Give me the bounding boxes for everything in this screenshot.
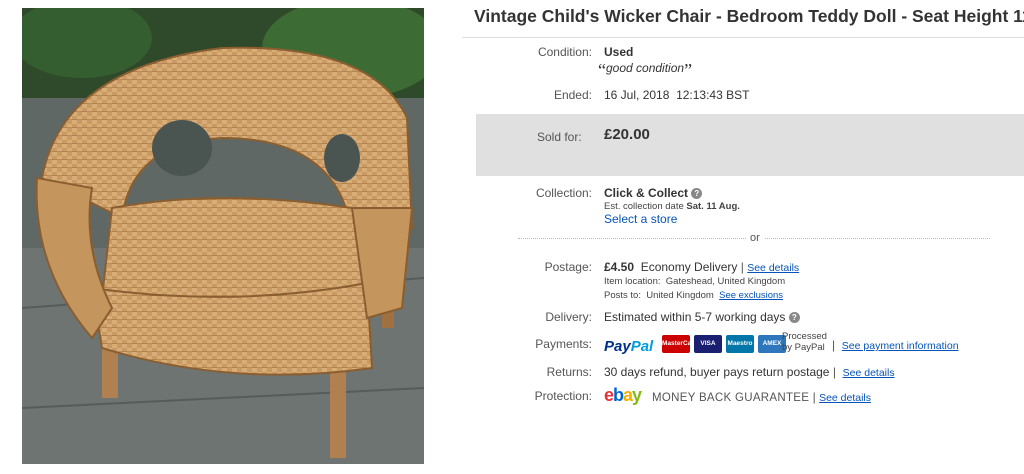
posts-to: Posts to: United Kingdom See exclusions xyxy=(604,290,783,301)
delivery-value: Estimated within 5-7 working days ? xyxy=(604,310,800,324)
ebay-e: e xyxy=(604,385,614,405)
item-location-label: Item location: xyxy=(604,276,661,287)
postage-service: Economy Delivery xyxy=(640,260,738,274)
protection-details-link[interactable]: See details xyxy=(819,392,871,404)
collection-method: Click & Collect xyxy=(604,186,689,200)
collection-est-label: Est. collection date xyxy=(604,201,684,212)
processed-by-paypal: Processed by PayPal xyxy=(782,331,827,353)
wicker-chair-photo xyxy=(22,8,424,464)
visa-icon: VISA xyxy=(694,335,722,353)
condition-value: Used xyxy=(604,45,634,59)
listing-title: Vintage Child's Wicker Chair - Bedroom T… xyxy=(474,6,1024,26)
separator: | xyxy=(740,260,744,274)
postage-details-link[interactable]: See details xyxy=(747,262,799,274)
open-quote-icon: “ xyxy=(598,60,606,80)
help-icon[interactable]: ? xyxy=(788,312,800,324)
collection-est-date: Sat. 11 Aug. xyxy=(686,201,740,212)
paypal-logo: PayPal xyxy=(604,338,653,355)
paypal-pay: Pay xyxy=(604,338,631,355)
collection-label: Collection: xyxy=(535,186,592,200)
payment-info: | See payment information xyxy=(832,338,959,352)
condition-note-text: good condition xyxy=(606,61,685,75)
processed-line1: Processed xyxy=(782,331,827,342)
sold-box: Sold for: £20.00 xyxy=(476,114,1024,176)
title-divider xyxy=(462,37,1024,38)
payment-info-link[interactable]: See payment information xyxy=(842,340,959,352)
posts-to-label: Posts to: xyxy=(604,290,641,301)
item-location-value: Gateshead, United Kingdom xyxy=(665,276,786,287)
ebay-y: y xyxy=(632,385,642,405)
ended-time: 12:13:43 BST xyxy=(676,88,750,102)
postage-value: £4.50 Economy Delivery | See details xyxy=(604,260,799,274)
listing-details: Vintage Child's Wicker Chair - Bedroom T… xyxy=(462,0,1024,474)
ended-label: Ended: xyxy=(553,88,592,102)
separator: | xyxy=(832,338,836,352)
sold-price: £20.00 xyxy=(604,126,650,143)
ended-value: 16 Jul, 2018 12:13:43 BST xyxy=(604,88,749,102)
item-location: Item location: Gateshead, United Kingdom xyxy=(604,276,785,287)
select-store-link[interactable]: Select a store xyxy=(604,212,677,226)
condition-label: Condition: xyxy=(537,45,592,59)
postage-price: £4.50 xyxy=(604,260,635,274)
protection-label: Protection: xyxy=(534,389,592,403)
help-icon[interactable]: ? xyxy=(691,188,703,200)
ebay-logo: ebay xyxy=(604,385,642,406)
returns-policy: 30 days refund, buyer pays return postag… xyxy=(604,365,830,379)
product-image[interactable] xyxy=(22,8,424,464)
sold-label: Sold for: xyxy=(537,130,582,144)
returns-label: Returns: xyxy=(546,365,592,379)
separator: | xyxy=(832,365,836,379)
mastercard-icon: MasterCard xyxy=(662,335,698,353)
separator: | xyxy=(812,390,816,404)
collection-est: Est. collection date Sat. 11 Aug. xyxy=(604,201,740,212)
maestro-icon: Maestro xyxy=(726,335,754,353)
ended-date: 16 Jul, 2018 xyxy=(604,88,670,102)
guarantee-text: MONEY BACK GUARANTEE xyxy=(652,392,810,404)
collection-value: Click & Collect ? xyxy=(604,186,703,200)
paypal-pal: Pal xyxy=(630,338,654,355)
ebay-b: b xyxy=(613,385,624,405)
or-divider-text: or xyxy=(746,232,764,244)
see-exclusions-link[interactable]: See exclusions xyxy=(719,290,783,301)
delivery-label: Delivery: xyxy=(545,310,592,324)
postage-label: Postage: xyxy=(544,260,592,274)
card-icons: MasterCard VISA Maestro AMEX xyxy=(662,335,786,353)
ebay-a: a xyxy=(623,385,633,405)
money-back-guarantee: MONEY BACK GUARANTEE | See details xyxy=(652,390,871,404)
returns-value: 30 days refund, buyer pays return postag… xyxy=(604,365,895,379)
delivery-estimate: Estimated within 5-7 working days xyxy=(604,310,786,324)
condition-note: “good condition” xyxy=(598,60,692,81)
returns-details-link[interactable]: See details xyxy=(843,367,895,379)
close-quote-icon: ” xyxy=(684,60,693,80)
payments-label: Payments: xyxy=(535,337,592,351)
processed-line2: by PayPal xyxy=(782,341,825,353)
posts-to-value: United Kingdom xyxy=(646,290,714,301)
